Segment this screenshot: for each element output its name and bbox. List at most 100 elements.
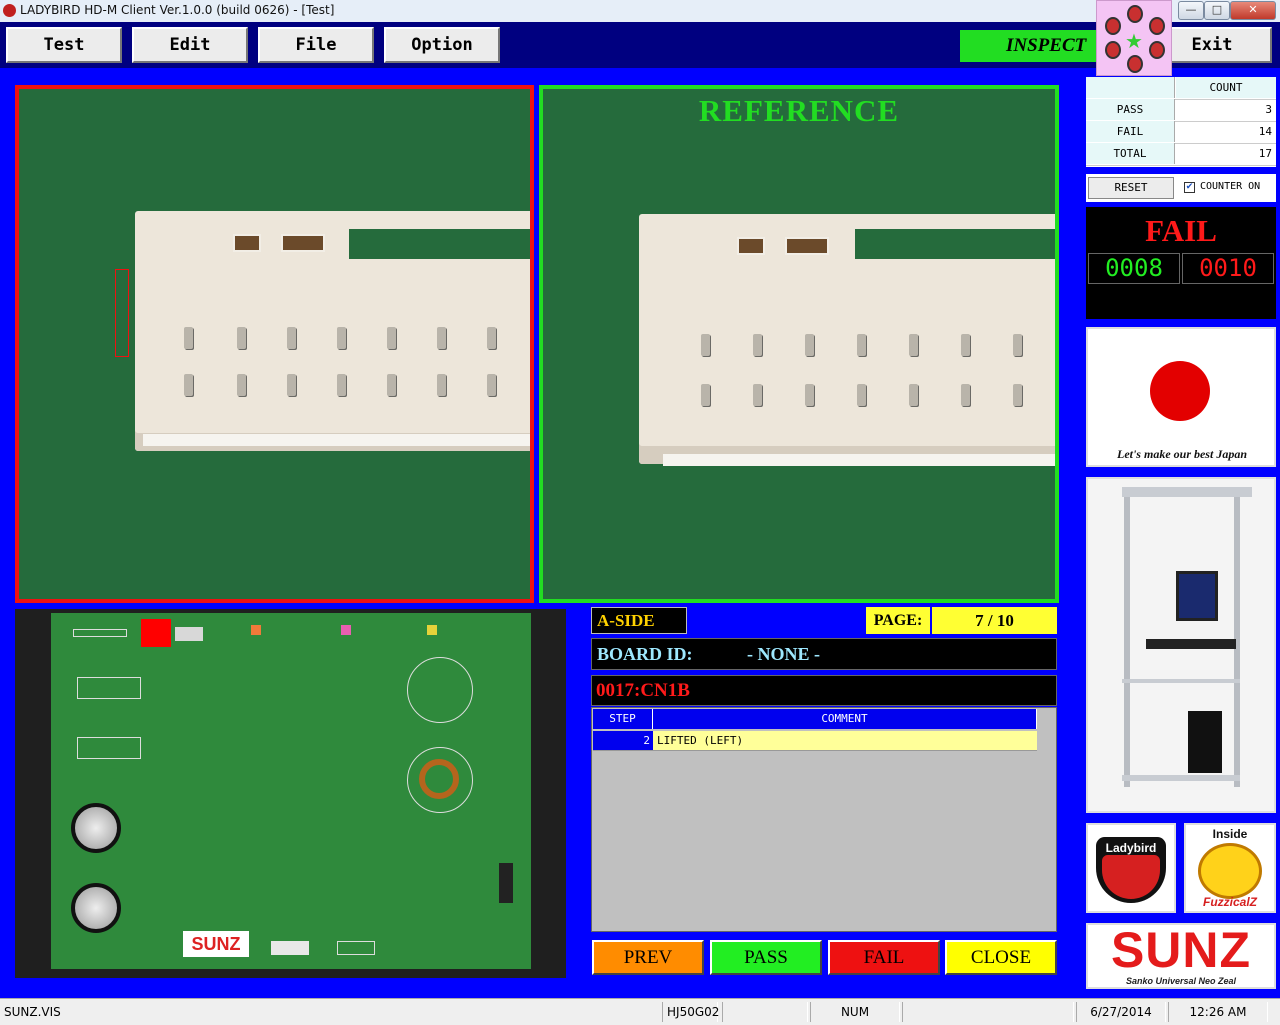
- inside-label: Inside: [1212, 827, 1248, 841]
- status-time: 12:26 AM: [1168, 1002, 1268, 1022]
- board-id-label: BOARD ID:: [597, 644, 693, 664]
- connector-pin: [753, 384, 762, 406]
- table-row-step[interactable]: 2: [593, 731, 653, 751]
- step-column-header[interactable]: STEP: [593, 709, 653, 729]
- machine-frame: [1122, 775, 1240, 781]
- board-id-value: - NONE -: [747, 644, 820, 664]
- connector-pin: [909, 384, 918, 406]
- title-bar: LADYBIRD HD-M Client Ver.1.0.0 (build 06…: [0, 0, 1280, 23]
- connector-pin: [237, 374, 246, 396]
- total-count-label: TOTAL: [1086, 143, 1175, 164]
- comment-column-header[interactable]: COMMENT: [653, 709, 1037, 729]
- rising-sun-icon: [1150, 361, 1210, 421]
- component: [407, 657, 473, 723]
- status-model: HJ50G02: [662, 1002, 719, 1022]
- connector-pin: [287, 374, 296, 396]
- connector-notch: [855, 229, 1055, 259]
- count-header: COUNT: [1176, 77, 1276, 98]
- pcb-image: SUNZ: [51, 613, 531, 969]
- fail-button[interactable]: FAIL: [828, 940, 940, 975]
- pc-tower-icon: [1188, 711, 1222, 773]
- connector-pin: [387, 327, 396, 349]
- counter-on-label: COUNTER ON: [1200, 181, 1261, 192]
- ladybug-icon: [1149, 41, 1165, 59]
- board-overview-image[interactable]: SUNZ: [15, 609, 566, 978]
- component: [427, 625, 437, 635]
- component: [499, 863, 513, 903]
- status-bar: SUNZ.VIS HJ50G02 NUM 6/27/2014 12:26 AM: [0, 998, 1280, 1025]
- connector-pin: [701, 384, 710, 406]
- counter-on-checkbox[interactable]: ✔: [1184, 182, 1195, 193]
- connector-pin: [487, 327, 496, 349]
- machine-frame: [1122, 679, 1240, 683]
- ladybug-icon: [1105, 17, 1121, 35]
- connector-window: [737, 237, 765, 255]
- current-location-marker: [141, 619, 171, 647]
- result-count-right: 0010: [1182, 253, 1274, 284]
- component: [77, 677, 141, 699]
- star-icon: ★: [1125, 29, 1143, 53]
- connector-pin: [805, 334, 814, 356]
- total-count-row: TOTAL 17: [1086, 143, 1276, 166]
- fuzzicalz-logo: Inside FuzzicalZ: [1184, 823, 1276, 913]
- fail-count-label: FAIL: [1086, 121, 1175, 142]
- ladybug-icon: [1105, 41, 1121, 59]
- option-menu-button[interactable]: Option: [384, 27, 500, 63]
- component: [251, 625, 261, 635]
- connector-pin: [184, 374, 193, 396]
- toroid-inductor: [419, 759, 459, 799]
- reset-button[interactable]: RESET: [1088, 177, 1174, 199]
- result-display: FAIL 0008 0010: [1086, 207, 1276, 319]
- connector-pin: [1013, 334, 1022, 356]
- connector-window: [281, 234, 325, 252]
- window-close-button[interactable]: ✕: [1230, 1, 1276, 20]
- counter-header-blank: [1086, 77, 1175, 98]
- ladybird-badge-icon: ★: [1096, 0, 1172, 76]
- ladybird-logo-text: Ladybird: [1105, 841, 1157, 855]
- connector-pin: [961, 384, 970, 406]
- connector-pin: [701, 334, 710, 356]
- board-silk-logo: SUNZ: [183, 931, 249, 957]
- inspection-image-panel[interactable]: [15, 85, 534, 603]
- status-blank: [902, 1002, 1074, 1022]
- maximize-button[interactable]: □: [1204, 1, 1230, 20]
- file-menu-button[interactable]: File: [258, 27, 374, 63]
- part-reference: 0017:CN1B: [591, 675, 1057, 706]
- pass-count-row: PASS 3: [1086, 99, 1276, 122]
- connector-pin: [337, 327, 346, 349]
- ladybug-icon: [1149, 17, 1165, 35]
- connector-pin: [437, 374, 446, 396]
- monitor-icon: [1176, 571, 1218, 621]
- total-count-value: 17: [1258, 147, 1272, 160]
- pass-count-label: PASS: [1086, 99, 1175, 120]
- test-menu-button[interactable]: Test: [6, 27, 122, 63]
- defect-table[interactable]: STEP COMMENT 2 LIFTED (LEFT): [591, 707, 1057, 932]
- component: [77, 737, 141, 759]
- connector-pin: [437, 327, 446, 349]
- prev-button[interactable]: PREV: [592, 940, 704, 975]
- japan-caption: Let's make our best Japan: [1116, 447, 1247, 461]
- component: [271, 941, 309, 955]
- minimize-button[interactable]: —: [1178, 1, 1204, 20]
- connector-pin: [184, 327, 193, 349]
- counter-controls: RESET ✔ COUNTER ON: [1086, 174, 1276, 202]
- defect-marker[interactable]: [115, 269, 129, 357]
- connector-notch: [349, 229, 530, 259]
- japan-logo: Let's make our best Japan: [1086, 327, 1276, 467]
- edit-menu-button[interactable]: Edit: [132, 27, 248, 63]
- connector-window: [785, 237, 829, 255]
- status-file: SUNZ.VIS: [4, 1005, 61, 1019]
- connector-base: [663, 454, 1055, 466]
- close-button[interactable]: CLOSE: [945, 940, 1057, 975]
- window-title: LADYBIRD HD-M Client Ver.1.0.0 (build 06…: [20, 3, 335, 17]
- ladybird-app-icon: [3, 4, 16, 17]
- sunz-tagline: Sanko Universal Neo Zeal: [1125, 976, 1237, 986]
- fail-count-row: FAIL 14: [1086, 121, 1276, 144]
- pass-button[interactable]: PASS: [710, 940, 822, 975]
- connector-pin: [753, 334, 762, 356]
- capacitor: [71, 883, 121, 933]
- connector-pin: [337, 374, 346, 396]
- fuzzicalz-label: FuzzicalZ: [1202, 895, 1257, 909]
- ladybug-icon: [1127, 5, 1143, 23]
- table-row-comment[interactable]: LIFTED (LEFT): [653, 731, 1037, 751]
